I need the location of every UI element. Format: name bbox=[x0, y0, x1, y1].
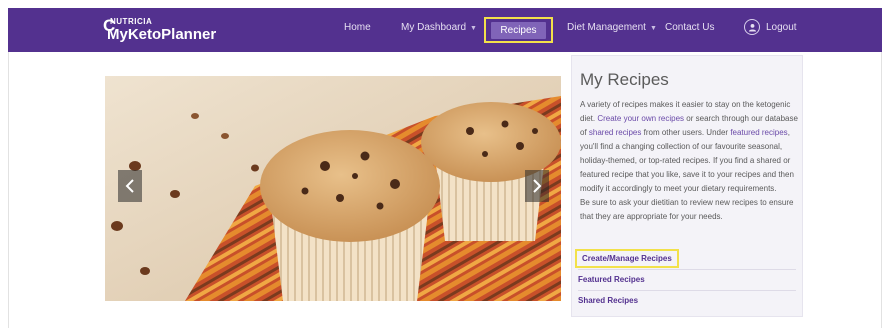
featured-recipes-link[interactable]: featured recipes bbox=[730, 128, 787, 137]
logo-product: MyKetoPlanner bbox=[107, 26, 217, 43]
nav-diet-management[interactable]: Diet Management ▼ bbox=[567, 22, 657, 33]
shared-recipes-link[interactable]: shared recipes bbox=[589, 128, 641, 137]
create-recipes-link[interactable]: Create your own recipes bbox=[597, 114, 684, 123]
nav-recipes-highlight: Recipes bbox=[484, 17, 553, 43]
nav-home[interactable]: Home bbox=[344, 22, 371, 33]
divider bbox=[578, 290, 796, 291]
chevron-left-icon bbox=[125, 179, 134, 193]
carousel-prev-button[interactable] bbox=[118, 170, 142, 202]
nav-contact-us[interactable]: Contact Us bbox=[665, 22, 714, 33]
logo-company: NUTRICIA bbox=[110, 17, 153, 26]
my-recipes-panel: My Recipes A variety of recipes makes it… bbox=[571, 55, 803, 317]
chevron-right-icon bbox=[533, 179, 542, 193]
recipe-carousel bbox=[105, 76, 561, 301]
featured-recipes-nav-link[interactable]: Featured Recipes bbox=[578, 275, 645, 284]
panel-title: My Recipes bbox=[580, 70, 669, 89]
carousel-next-button[interactable] bbox=[525, 170, 549, 202]
nav-logout[interactable]: Logout bbox=[744, 19, 797, 35]
panel-description: A variety of recipes makes it easier to … bbox=[580, 98, 798, 224]
panel-text-part: from other users. Under bbox=[641, 128, 731, 137]
nav-diet-management-label: Diet Management bbox=[567, 22, 646, 33]
user-icon bbox=[744, 19, 760, 35]
site-logo[interactable]: C NUTRICIA MyKetoPlanner bbox=[103, 17, 217, 43]
panel-text-part: , you'll find a changing collection of o… bbox=[580, 128, 794, 193]
panel-text-part: Be sure to ask your dietitian to review … bbox=[580, 198, 794, 221]
muffin-photo bbox=[105, 76, 561, 301]
nav-my-dashboard-label: My Dashboard bbox=[401, 22, 467, 33]
nav-my-dashboard[interactable]: My Dashboard ▼ bbox=[401, 22, 477, 33]
shared-recipes-nav-link[interactable]: Shared Recipes bbox=[578, 296, 638, 305]
create-manage-recipes-link[interactable]: Create/Manage Recipes bbox=[575, 249, 679, 268]
chevron-down-icon: ▼ bbox=[470, 25, 477, 32]
chevron-down-icon: ▼ bbox=[649, 25, 657, 32]
divider bbox=[578, 269, 796, 270]
logo-c-mark: C bbox=[103, 16, 116, 35]
nav-logout-label: Logout bbox=[766, 21, 797, 33]
top-navigation-bar: C NUTRICIA MyKetoPlanner Home My Dashboa… bbox=[8, 8, 882, 52]
nav-recipes[interactable]: Recipes bbox=[491, 21, 546, 39]
